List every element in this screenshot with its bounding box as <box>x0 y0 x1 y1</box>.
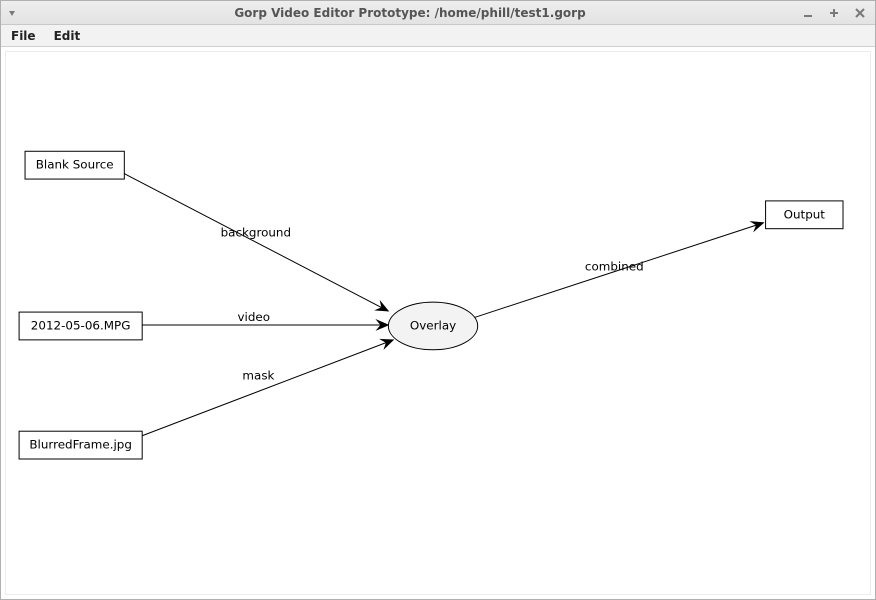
node-label: 2012-05-06.MPG <box>31 318 131 332</box>
window-title: Gorp Video Editor Prototype: /home/phill… <box>21 6 799 20</box>
menu-edit[interactable]: Edit <box>50 27 85 45</box>
node-overlay[interactable]: Overlay <box>388 302 477 350</box>
minimize-icon[interactable] <box>803 8 813 18</box>
edge-mask[interactable]: mask <box>133 340 393 439</box>
node-label: Blank Source <box>36 158 114 172</box>
node-label: Overlay <box>410 318 456 332</box>
menu-file[interactable]: File <box>7 27 40 45</box>
edge-label-mask: mask <box>242 369 274 383</box>
edge-label-video: video <box>237 310 270 324</box>
graph-canvas[interactable]: background video mask combined Blank Sou… <box>5 51 871 595</box>
node-blurred[interactable]: BlurredFrame.jpg <box>19 431 142 459</box>
node-label: Output <box>784 207 826 221</box>
node-mpg-source[interactable]: 2012-05-06.MPG <box>19 312 142 340</box>
edge-video[interactable]: video <box>142 310 388 325</box>
close-icon[interactable] <box>855 8 865 18</box>
node-output[interactable]: Output <box>766 201 843 229</box>
titlebar[interactable]: Gorp Video Editor Prototype: /home/phill… <box>1 1 875 25</box>
edge-label-background: background <box>221 226 291 240</box>
node-blank-source[interactable]: Blank Source <box>25 151 124 179</box>
window-menu-icon[interactable] <box>7 8 17 18</box>
edge-combined[interactable]: combined <box>473 223 764 318</box>
maximize-icon[interactable] <box>829 8 839 18</box>
node-label: BlurredFrame.jpg <box>29 438 132 452</box>
menubar: File Edit <box>1 25 875 47</box>
edge-label-combined: combined <box>585 259 644 273</box>
edge-background[interactable]: background <box>123 173 388 311</box>
app-window: Gorp Video Editor Prototype: /home/phill… <box>0 0 876 600</box>
